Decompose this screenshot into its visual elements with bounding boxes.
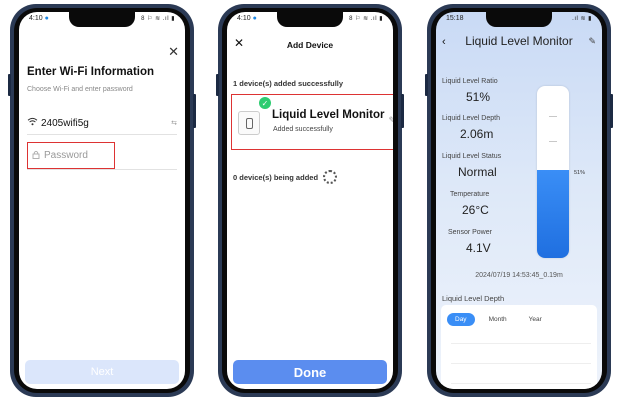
phone-monitor-detail: 15:18 .ıl ≋ ▮ ‹ Liquid Level Monitor ✎ L… xyxy=(425,4,613,397)
status-icons: .ıl ≋ ▮ xyxy=(572,16,592,22)
chart-gridline xyxy=(451,363,591,364)
temperature-value: 26°C xyxy=(462,203,489,217)
notch xyxy=(69,12,135,27)
chart-title: Liquid Level Depth xyxy=(442,294,505,303)
close-icon[interactable]: ✕ xyxy=(168,44,179,60)
device-name: Liquid Level Monitor xyxy=(272,109,385,121)
tank-level-gauge xyxy=(537,86,569,258)
password-field[interactable]: Password xyxy=(27,142,115,169)
wifi-network-row[interactable]: 2405wifi5g ⇆ xyxy=(27,112,177,135)
edit-icon[interactable]: ✎ xyxy=(588,36,596,47)
chart-gridline xyxy=(451,383,591,384)
chart-gridline xyxy=(451,343,591,344)
timestamp: 2024/07/19 14:53:45_0.19m xyxy=(475,272,563,279)
status-value: Normal xyxy=(458,165,497,179)
status-time: 4:10 xyxy=(29,15,43,22)
notch xyxy=(277,12,343,27)
volume-button xyxy=(8,74,11,96)
device-status: Added successfully xyxy=(273,126,333,133)
page-subtitle: Choose Wi-Fi and enter password xyxy=(27,86,133,93)
phone-wifi-setup: 4:10 ● 8 ⚐ ≋ .ıl ▮ ✕ Enter Wi-Fi Informa… xyxy=(8,4,196,397)
phone-add-device: 4:10 ● 8 ⚐ ≋ .ıl ▮ ✕ Add Device 1 device… xyxy=(216,4,404,397)
adding-text: 0 device(s) being added xyxy=(233,172,319,182)
password-placeholder: Password xyxy=(44,150,88,161)
power-button xyxy=(610,94,613,128)
ratio-value: 51% xyxy=(466,90,491,104)
power-button xyxy=(193,94,196,128)
adding-status: 0 device(s) being added xyxy=(233,170,338,184)
status-icons: 8 ⚐ ≋ .ıl ▮ xyxy=(349,16,383,22)
wifi-setup-screen: 4:10 ● 8 ⚐ ≋ .ıl ▮ ✕ Enter Wi-Fi Informa… xyxy=(19,12,185,389)
page-title: Liquid Level Monitor xyxy=(465,34,573,48)
volume-button xyxy=(425,74,428,96)
add-device-screen: 4:10 ● 8 ⚐ ≋ .ıl ▮ ✕ Add Device 1 device… xyxy=(227,12,393,389)
tank-fill xyxy=(537,170,569,258)
added-count-text: 1 device(s) added successfully xyxy=(233,79,344,88)
depth-label: Liquid Level Depth xyxy=(442,115,500,122)
page-title: Enter Wi-Fi Information xyxy=(27,66,155,78)
temperature-label: Temperature xyxy=(450,191,490,198)
power-label: Sensor Power xyxy=(448,229,492,236)
status-label: Liquid Level Status xyxy=(442,153,502,160)
monitor-screen: 15:18 .ıl ≋ ▮ ‹ Liquid Level Monitor ✎ L… xyxy=(436,12,602,389)
switch-network-icon[interactable]: ⇆ xyxy=(171,119,177,127)
tank-tick xyxy=(549,116,557,117)
device-card[interactable]: ✓ Liquid Level Monitor Added successfull… xyxy=(231,94,393,150)
tab-day[interactable]: Day xyxy=(447,313,475,326)
depth-chart-card: Day Month Year xyxy=(441,305,597,389)
power-button xyxy=(401,94,404,128)
lock-icon xyxy=(32,150,40,161)
check-icon: ✓ xyxy=(259,97,271,109)
tank-percent-label: 51% xyxy=(574,170,586,176)
divider xyxy=(27,169,177,170)
ratio-label: Liquid Level Ratio xyxy=(442,78,498,85)
volume-button xyxy=(216,74,219,96)
tab-year[interactable]: Year xyxy=(521,313,550,326)
tab-month[interactable]: Month xyxy=(481,313,515,326)
wifi-icon xyxy=(27,117,41,129)
status-time: 4:10 xyxy=(237,15,251,22)
wifi-name: 2405wifi5g xyxy=(41,117,89,129)
status-time: 15:18 xyxy=(446,15,464,22)
tank-tick xyxy=(549,141,557,142)
power-value: 4.1V xyxy=(466,241,491,255)
depth-value: 2.06m xyxy=(460,127,494,141)
edit-icon[interactable]: ✎ xyxy=(388,115,393,126)
page-title: Add Device xyxy=(286,40,334,50)
notch xyxy=(486,12,552,27)
period-tabs: Day Month Year xyxy=(447,313,550,326)
device-icon xyxy=(238,111,260,135)
next-button[interactable]: Next xyxy=(25,360,179,384)
loading-spinner-icon xyxy=(323,170,338,184)
status-icons: 8 ⚐ ≋ .ıl ▮ xyxy=(141,16,175,22)
done-button[interactable]: Done xyxy=(233,360,387,384)
